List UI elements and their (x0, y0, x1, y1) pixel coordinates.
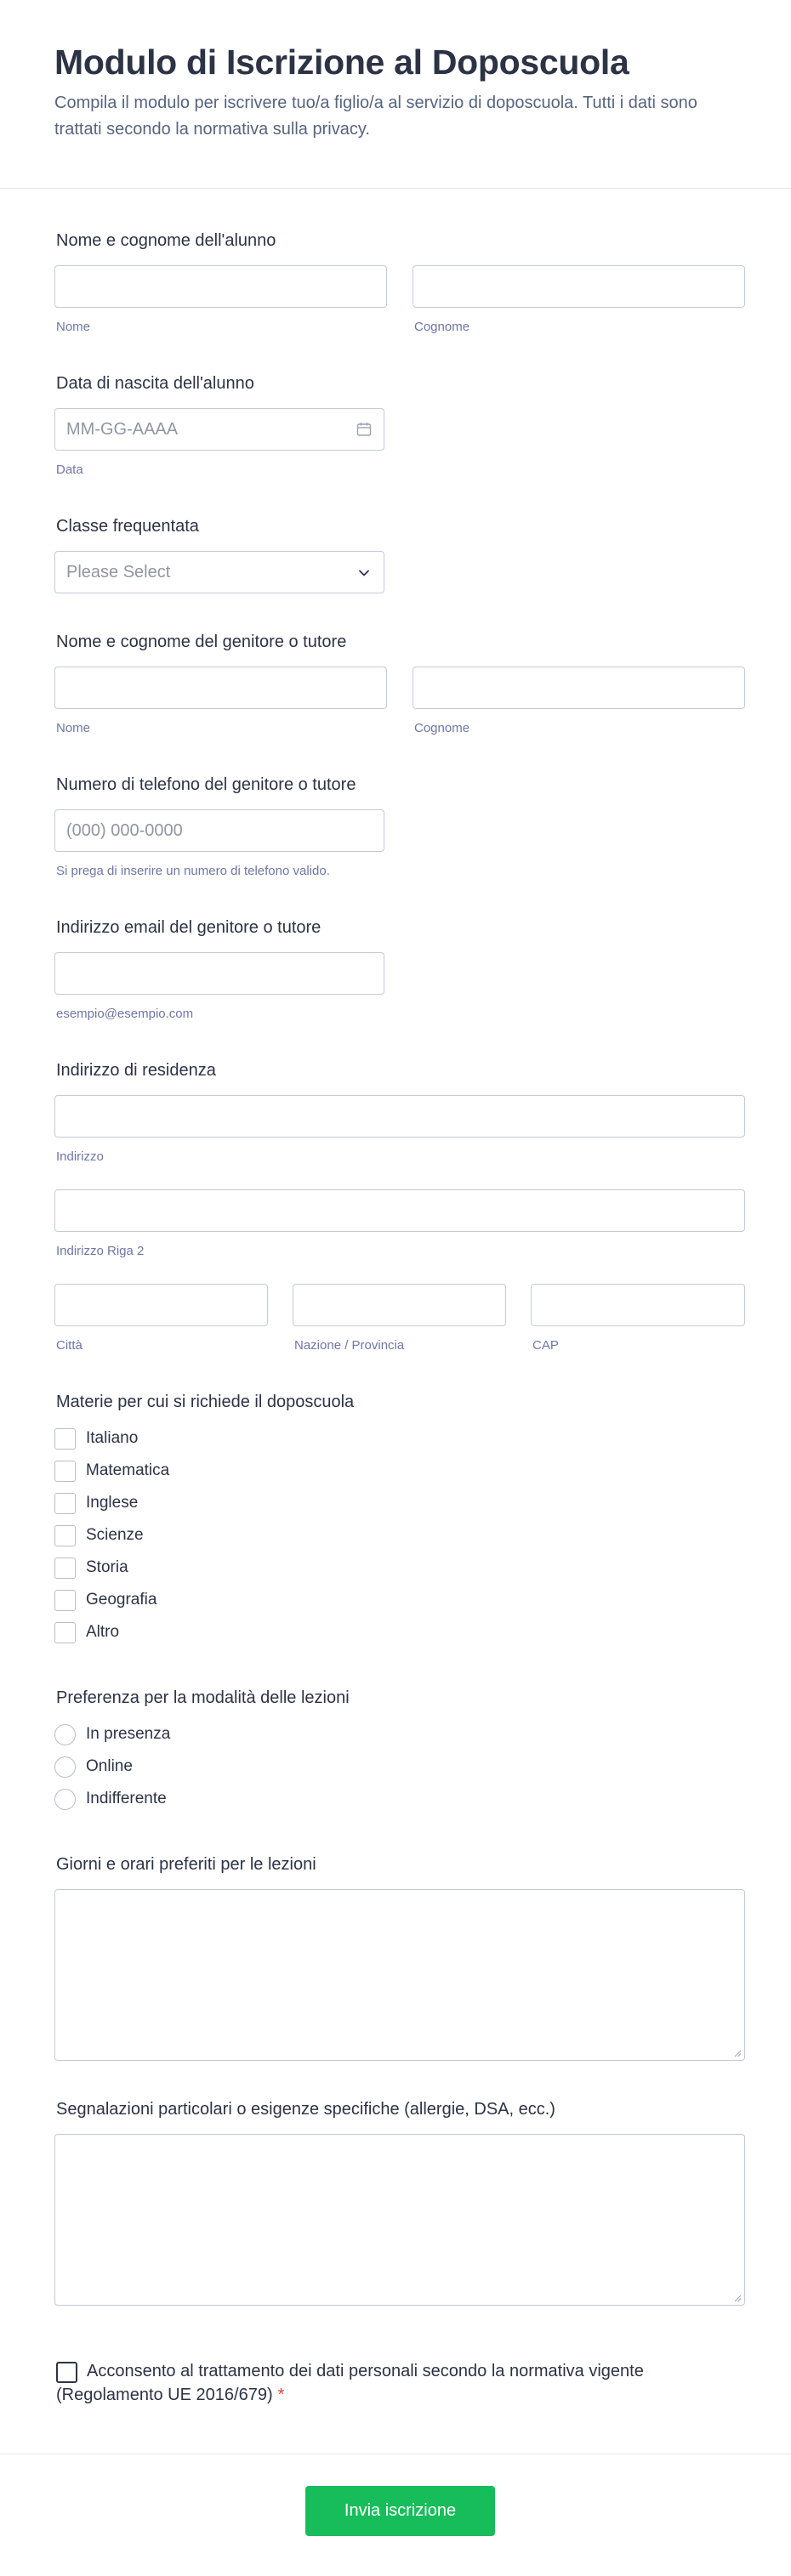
email-input[interactable] (54, 952, 384, 995)
class-select[interactable]: Please Select (54, 551, 384, 593)
subject-option-label: Altro (86, 1623, 120, 1641)
notes-textarea[interactable] (54, 2134, 745, 2306)
birth-date-input[interactable]: MM-GG-AAAA (54, 408, 384, 451)
checkbox[interactable] (54, 1461, 76, 1482)
radio[interactable] (54, 1756, 76, 1778)
schedule-textarea[interactable] (54, 1889, 745, 2061)
student-last-name-sublabel: Cognome (414, 320, 470, 334)
address-line2-input[interactable] (54, 1189, 745, 1232)
checkbox[interactable] (54, 1622, 76, 1643)
checkbox[interactable] (54, 1493, 76, 1514)
address-line1-input[interactable] (54, 1095, 745, 1138)
email-sublabel: esempio@esempio.com (56, 1007, 194, 1021)
radio[interactable] (54, 1724, 76, 1745)
phone-sublabel: Si prega di inserire un numero di telefo… (56, 864, 330, 878)
submit-button[interactable]: Invia iscrizione (305, 2486, 495, 2536)
subject-option-label: Scienze (86, 1526, 144, 1544)
birth-date-label: Data di nascita dell'alunno (56, 374, 254, 393)
parent-last-name-input[interactable] (413, 667, 745, 709)
student-first-name-sublabel: Nome (56, 320, 91, 334)
form-title: Modulo di Iscrizione al Doposcuola (54, 43, 629, 82)
mode-option-label: Online (86, 1757, 133, 1775)
parent-first-name-sublabel: Nome (56, 721, 91, 735)
city-sublabel: Città (56, 1338, 83, 1353)
subject-option-label: Italiano (86, 1429, 139, 1447)
zip-sublabel: CAP (532, 1338, 559, 1353)
consent-checkbox[interactable] (56, 2362, 77, 2383)
address-label: Indirizzo di residenza (56, 1061, 216, 1080)
chevron-down-icon (359, 570, 369, 576)
calendar-icon[interactable] (356, 422, 372, 437)
subjects-label: Materie per cui si richiede il doposcuol… (56, 1393, 355, 1411)
subject-option-label: Inglese (86, 1494, 139, 1512)
address-line2-sublabel: Indirizzo Riga 2 (56, 1244, 145, 1258)
email-label: Indirizzo email del genitore o tutore (56, 918, 322, 937)
parent-name-label: Nome e cognome del genitore o tutore (56, 633, 347, 651)
student-first-name-input[interactable] (54, 265, 387, 308)
radio[interactable] (54, 1789, 76, 1810)
checkbox[interactable] (54, 1558, 76, 1579)
required-marker: * (277, 2386, 285, 2404)
student-name-label: Nome e cognome dell'alunno (56, 231, 276, 250)
checkbox[interactable] (54, 1590, 76, 1611)
city-input[interactable] (54, 1284, 268, 1326)
consent-label: Acconsento al trattamento dei dati perso… (56, 2362, 644, 2404)
schedule-label: Giorni e orari preferiti per le lezioni (56, 1855, 316, 1874)
phone-input[interactable]: (000) 000-0000 (54, 809, 384, 852)
resize-grip-icon[interactable] (733, 2049, 742, 2057)
mode-option-label: Indifferente (86, 1790, 167, 1807)
notes-label: Segnalazioni particolari o esigenze spec… (56, 2100, 555, 2119)
resize-grip-icon[interactable] (733, 2294, 742, 2302)
mode-label: Preferenza per la modalità delle lezioni (56, 1688, 350, 1707)
phone-placeholder: (000) 000-0000 (66, 821, 183, 840)
mode-option-label: In presenza (86, 1725, 171, 1743)
phone-label: Numero di telefono del genitore o tutore (56, 775, 356, 794)
subject-option-label: Storia (86, 1558, 128, 1576)
form-header: Modulo di Iscrizione al Doposcuola Compi… (0, 0, 791, 189)
checkbox[interactable] (54, 1525, 76, 1546)
subject-option-label: Geografia (86, 1591, 157, 1609)
student-last-name-input[interactable] (413, 265, 745, 308)
checkbox[interactable] (54, 1428, 76, 1450)
form-subtitle: Compila il modulo per iscrivere tuo/a fi… (54, 94, 697, 139)
address-line1-sublabel: Indirizzo (56, 1149, 104, 1164)
class-select-value: Please Select (66, 563, 171, 582)
parent-first-name-input[interactable] (54, 667, 387, 709)
consent-option[interactable]: Acconsento al trattamento dei dati perso… (56, 2359, 652, 2407)
subject-option-label: Matematica (86, 1461, 170, 1479)
birth-date-sublabel: Data (56, 462, 83, 477)
state-sublabel: Nazione / Provincia (294, 1338, 405, 1353)
state-input[interactable] (293, 1284, 506, 1326)
parent-last-name-sublabel: Cognome (414, 721, 470, 735)
birth-date-placeholder: MM-GG-AAAA (66, 420, 179, 439)
zip-input[interactable] (531, 1284, 745, 1326)
class-label: Classe frequentata (56, 517, 199, 536)
